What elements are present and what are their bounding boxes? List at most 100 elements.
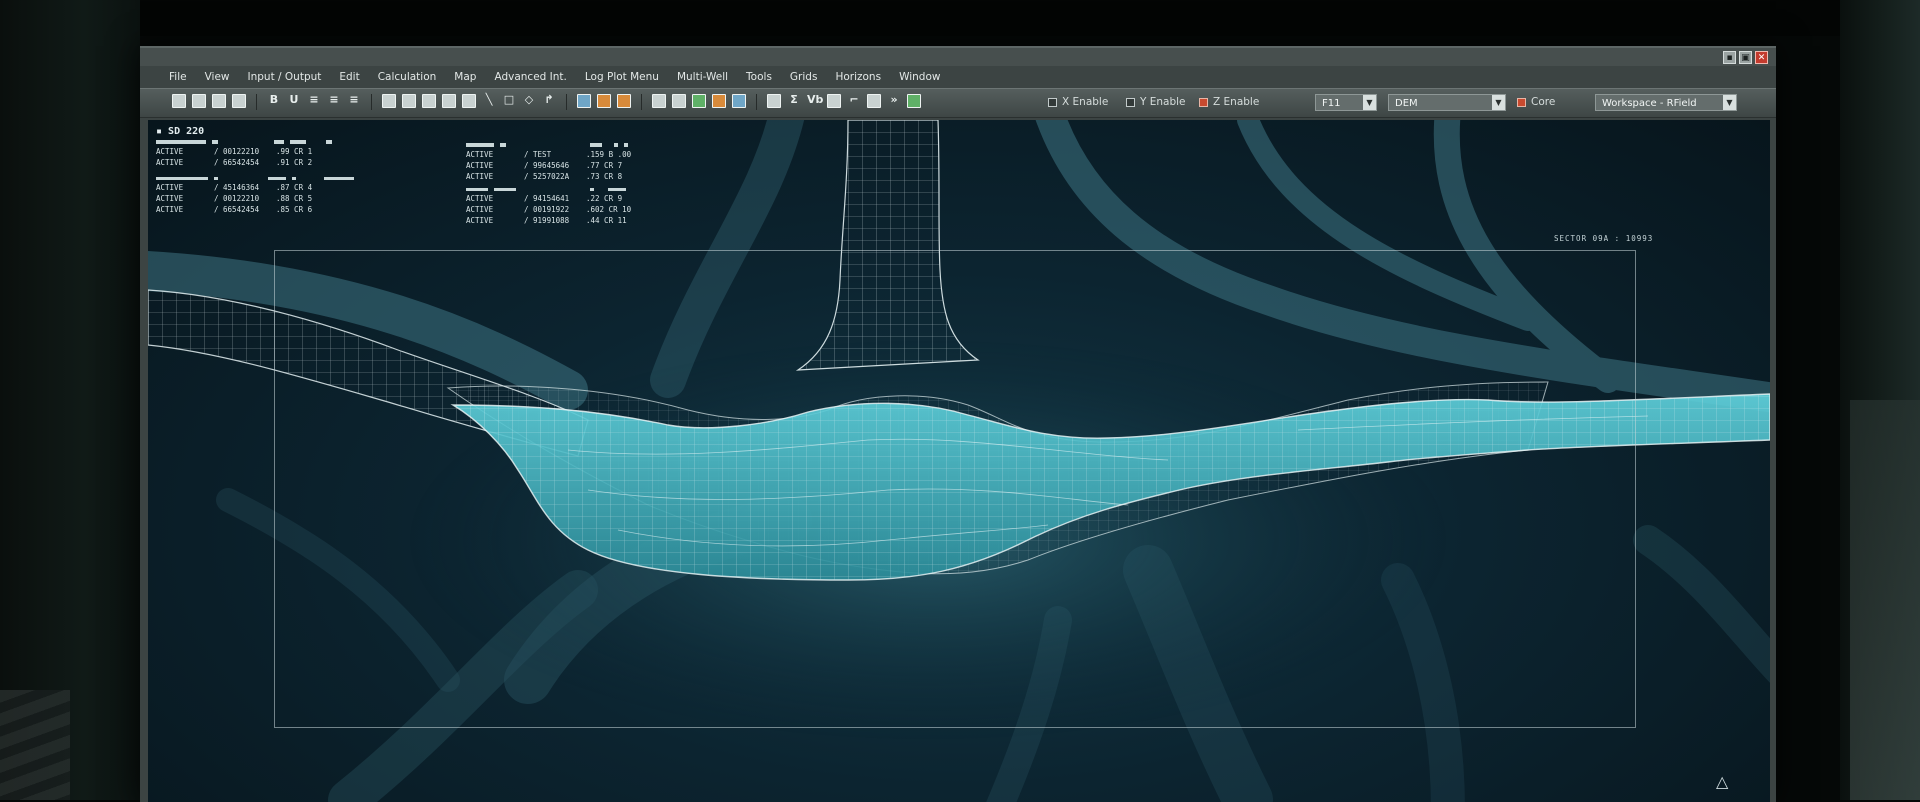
3d-viewport[interactable]: ▪ SD 220 ACTIVE / 00122210 .99 CR 1 ACTI… (148, 120, 1770, 802)
calendar-icon[interactable] (867, 94, 881, 108)
grid-icon[interactable] (402, 94, 416, 108)
menu-window[interactable]: Window (890, 68, 949, 86)
line-chart-icon[interactable] (712, 94, 726, 108)
readout-bar (274, 140, 284, 144)
z-enable-toggle[interactable]: Z Enable (1199, 96, 1259, 108)
sigma-icon[interactable]: Σ (787, 94, 801, 108)
rectangle-tool-icon[interactable]: □ (502, 94, 516, 108)
menu-input-output[interactable]: Input / Output (239, 68, 331, 86)
readout-row: ACTIVE / 66542454 .85 CR 6 (156, 204, 354, 215)
disk-icon[interactable] (442, 94, 456, 108)
menu-map[interactable]: Map (445, 68, 485, 86)
new-file-icon[interactable] (172, 94, 186, 108)
y-enable-checkbox[interactable] (1126, 97, 1135, 107)
core-label: Core (1531, 96, 1556, 108)
volume-icon[interactable]: Vb (807, 94, 823, 108)
sliders-icon[interactable] (462, 94, 476, 108)
underline-icon[interactable]: U (287, 94, 301, 108)
readout-status: ACTIVE (466, 216, 494, 225)
table-icon[interactable] (382, 94, 396, 108)
ruler-icon[interactable] (652, 94, 666, 108)
save-icon[interactable] (212, 94, 226, 108)
close-icon[interactable]: ✕ (1755, 51, 1768, 64)
readout-bars (156, 140, 354, 144)
readout-bar (590, 188, 594, 191)
readout-row: ACTIVE / 45146364 .87 CR 4 (156, 182, 354, 193)
chevron-down-icon[interactable]: ▼ (1492, 95, 1505, 110)
x-enable-toggle[interactable]: X Enable (1048, 96, 1108, 108)
key-select[interactable]: F11 ▼ (1315, 94, 1377, 111)
maximize-icon[interactable]: ▣ (1739, 51, 1752, 64)
layer-select[interactable]: DEM ▼ (1388, 94, 1506, 111)
menu-view[interactable]: View (196, 68, 239, 86)
z-enable-checkbox[interactable] (1199, 97, 1208, 107)
readout-bar (494, 188, 516, 191)
line-tool-icon[interactable]: ╲ (482, 94, 496, 108)
x-enable-checkbox[interactable] (1048, 97, 1057, 107)
align-left-icon[interactable]: ≡ (307, 94, 321, 108)
refresh-icon[interactable] (907, 94, 921, 108)
print-icon[interactable] (232, 94, 246, 108)
readout-status: ACTIVE (156, 194, 184, 203)
menu-log-plot[interactable]: Log Plot Menu (576, 68, 668, 86)
core-checkbox[interactable] (1517, 97, 1526, 107)
globe-icon[interactable] (577, 94, 591, 108)
menu-edit[interactable]: Edit (330, 68, 368, 86)
menu-calculation[interactable]: Calculation (369, 68, 446, 86)
window-controls: ▪ ▣ ✕ (1723, 51, 1768, 64)
readout-bar (466, 188, 488, 191)
readout-bar (326, 140, 332, 144)
workspace-select[interactable]: Workspace - RField ▼ (1595, 94, 1737, 111)
fast-forward-icon[interactable]: » (887, 94, 901, 108)
readout-value: .77 CR 7 (586, 161, 623, 170)
readout-row: ACTIVE / 94154641 .22 CR 9 (466, 193, 642, 204)
menu-file[interactable]: File (160, 68, 196, 86)
readout-status: ACTIVE (466, 194, 494, 203)
readout-id: / 00122210 (214, 194, 260, 203)
histogram-icon[interactable] (672, 94, 686, 108)
x-enable-label: X Enable (1062, 96, 1109, 108)
step-icon[interactable]: ⌐ (847, 94, 861, 108)
align-right-icon[interactable]: ≡ (347, 94, 361, 108)
crossplot-icon[interactable] (732, 94, 746, 108)
readout-status: ACTIVE (156, 147, 184, 156)
columns-icon[interactable] (767, 94, 781, 108)
menu-advanced-int[interactable]: Advanced Int. (485, 68, 575, 86)
align-center-icon[interactable]: ≡ (327, 94, 341, 108)
menu-multi-well[interactable]: Multi-Well (668, 68, 737, 86)
bold-icon[interactable]: B (267, 94, 281, 108)
readout-bar (156, 177, 208, 180)
y-enable-toggle[interactable]: Y Enable (1126, 96, 1186, 108)
menu-horizons[interactable]: Horizons (826, 68, 890, 86)
readout-bar (624, 143, 628, 147)
readout-id: / 91991088 (524, 216, 570, 225)
bar-chart-icon[interactable] (692, 94, 706, 108)
chevron-down-icon[interactable]: ▼ (1723, 95, 1736, 110)
readout-bar (290, 140, 306, 144)
polygon-tool-icon[interactable]: ◇ (522, 94, 536, 108)
triangle-nav-icon[interactable]: △ (1716, 772, 1728, 791)
layers-icon[interactable] (422, 94, 436, 108)
readout-id: / 99645646 (524, 161, 570, 170)
menu-tools[interactable]: Tools (737, 68, 781, 86)
pin-icon[interactable] (597, 94, 611, 108)
readout-bar (324, 177, 354, 180)
matrix-icon[interactable] (827, 94, 841, 108)
readout-id: / 5257022A (524, 172, 570, 181)
toolbar-file-group: B U ≡ ≡ ≡ ╲ □ ◇ ↱ Σ Vb ⌐ » (172, 94, 921, 110)
open-file-icon[interactable] (192, 94, 206, 108)
toolbar-separator (371, 94, 372, 110)
readout-bar (608, 188, 626, 191)
toolbar-separator (756, 94, 757, 110)
background-keyboard (0, 690, 70, 800)
folder-icon[interactable] (617, 94, 631, 108)
title-bar: ▪ ▣ ✕ (140, 48, 1776, 66)
toolbar: B U ≡ ≡ ≡ ╲ □ ◇ ↱ Σ Vb ⌐ » X Enable Y En… (140, 88, 1776, 118)
minimize-icon[interactable]: ▪ (1723, 51, 1736, 64)
path-tool-icon[interactable]: ↱ (542, 94, 556, 108)
menu-bar: File View Input / Output Edit Calculatio… (160, 68, 949, 86)
chevron-down-icon[interactable]: ▼ (1363, 95, 1376, 110)
core-toggle[interactable]: Core (1517, 96, 1555, 108)
toolbar-separator (256, 94, 257, 110)
menu-grids[interactable]: Grids (781, 68, 827, 86)
